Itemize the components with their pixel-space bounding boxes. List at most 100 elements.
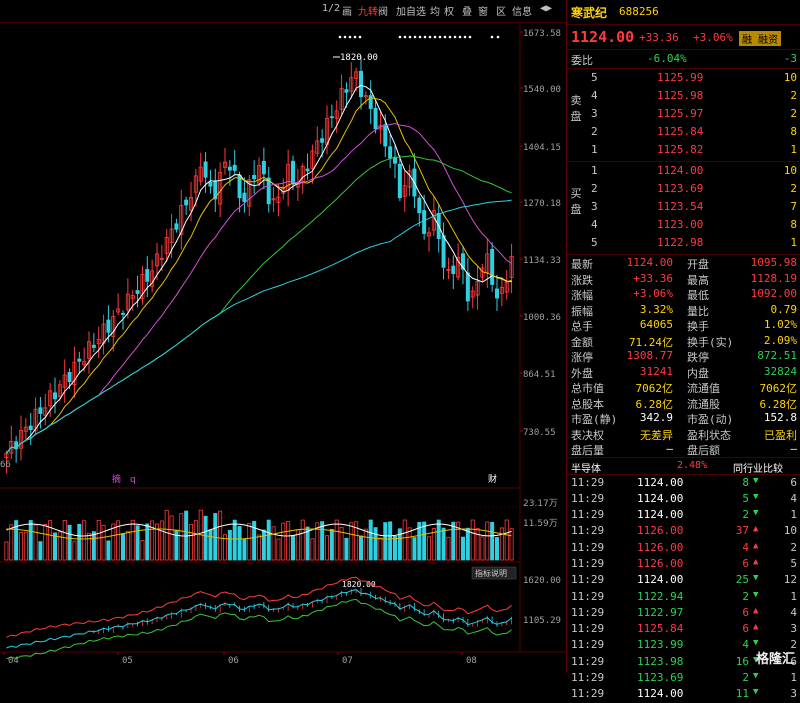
volume-bar bbox=[53, 532, 58, 561]
toolbar-item[interactable]: 加自选 bbox=[396, 3, 426, 18]
stat-value: +3.06% bbox=[633, 287, 673, 300]
volume-bar bbox=[82, 520, 87, 561]
level-price: 1125.99 bbox=[657, 71, 704, 84]
toolbar-item[interactable]: 1/2 bbox=[322, 3, 340, 14]
candle-body bbox=[422, 210, 427, 234]
level-qty: 7 bbox=[790, 200, 797, 213]
volume-bar bbox=[470, 519, 475, 561]
nine-turn-dot bbox=[338, 35, 342, 39]
candle-body bbox=[252, 175, 257, 180]
level-index: 1 bbox=[591, 143, 598, 156]
tick-row: 11:29 1126.00 4 ▲ 2 bbox=[567, 540, 800, 556]
price-axis-label: 864.51 bbox=[523, 370, 556, 380]
margin-badge[interactable]: 融 融资 bbox=[739, 31, 782, 46]
candle-body bbox=[145, 269, 150, 282]
candle-body bbox=[208, 181, 213, 187]
candle-body bbox=[135, 290, 140, 294]
level-index: 2 bbox=[591, 125, 598, 138]
nine-turn-dot bbox=[453, 35, 457, 39]
toolbar-item[interactable]: 窗 bbox=[478, 3, 488, 18]
nine-turn-dot bbox=[348, 35, 352, 39]
toolbar-item[interactable]: 信息 bbox=[512, 3, 532, 18]
orderbook-row[interactable]: 4 1125.98 2 bbox=[567, 87, 800, 105]
tick-volume: 4 bbox=[742, 638, 749, 652]
orderbook-row[interactable]: 5 1122.98 1 bbox=[567, 234, 800, 252]
tick-price: 1122.94 bbox=[637, 589, 684, 603]
orderbook-row[interactable]: 1 1125.82 1 bbox=[567, 141, 800, 159]
volume-bar bbox=[18, 532, 23, 561]
candle-body bbox=[329, 116, 334, 119]
volume-bar bbox=[247, 522, 252, 561]
candle-body bbox=[441, 235, 446, 268]
toolbar-item[interactable]: 均 bbox=[430, 3, 440, 18]
volume-bar bbox=[422, 521, 427, 561]
stat-value: 32824 bbox=[763, 364, 797, 378]
tick-price: 1122.97 bbox=[637, 605, 684, 619]
volume-bar bbox=[286, 521, 291, 561]
stat-value: 152.8 bbox=[763, 411, 797, 424]
toolbar-item[interactable]: 叠 bbox=[462, 3, 472, 18]
volume-bar bbox=[441, 527, 446, 561]
orderbook-row[interactable]: 3 1125.97 2 bbox=[567, 105, 800, 123]
volume-bar bbox=[388, 521, 393, 561]
stat-value: 2.09% bbox=[763, 333, 797, 347]
indicator-axis-label: 1105.29 bbox=[523, 616, 561, 626]
arrow-up-icon: ▲ bbox=[753, 605, 759, 616]
kline-chart[interactable]: 1673.58 1540.00 1404.15 1270.18 1134.33 1000.… bbox=[0, 22, 566, 673]
tick-price: 1124.00 bbox=[637, 491, 684, 505]
level-index: 4 bbox=[591, 218, 598, 231]
volume-bar bbox=[188, 523, 193, 561]
industry-compare-button[interactable]: 同行业比较 bbox=[733, 460, 783, 475]
volume-bar bbox=[38, 541, 43, 561]
toolbar-item[interactable]: 九转 bbox=[358, 3, 378, 18]
candle-body bbox=[67, 371, 72, 383]
price-axis-label: 1673.58 bbox=[523, 29, 561, 39]
tick-time: 11:29 bbox=[571, 508, 605, 522]
volume-bar bbox=[334, 519, 339, 561]
industry-name[interactable]: 半导体 bbox=[571, 460, 601, 475]
ma60-line bbox=[6, 155, 512, 454]
level-price: 1125.98 bbox=[657, 89, 704, 102]
level-qty: 1 bbox=[790, 236, 797, 249]
tick-time: 11:29 bbox=[571, 573, 605, 587]
quote-panel: 寒武纪 688256 1124.00 +33.36 +3.06% 融 融资 委比… bbox=[566, 0, 800, 700]
volume-bar bbox=[329, 529, 334, 561]
toolbar-item[interactable]: 区 bbox=[496, 3, 506, 18]
tick-price: 1125.84 bbox=[637, 622, 684, 636]
stat-value: 3.32% bbox=[639, 302, 673, 316]
tick-volume: 4 bbox=[742, 540, 749, 554]
volume-bar bbox=[460, 536, 465, 561]
volume-bar bbox=[227, 529, 232, 561]
event-marker: q bbox=[130, 475, 136, 485]
arrow-up-icon: ▲ bbox=[753, 556, 759, 567]
toolbar-item[interactable]: 画 bbox=[342, 3, 352, 18]
candle-body bbox=[451, 265, 456, 274]
orderbook-row[interactable]: 1 1124.00 10 bbox=[567, 162, 800, 180]
stat-value: 1124.00 bbox=[626, 256, 673, 269]
volume-bar bbox=[290, 534, 295, 561]
event-marker: 财 bbox=[488, 473, 497, 485]
indicator-axis-label: 1620.00 bbox=[523, 576, 561, 586]
toolbar-item[interactable]: 权 bbox=[444, 3, 454, 18]
price-line: 1124.00 +33.36 +3.06% 融 融资 bbox=[567, 25, 800, 50]
candle-body bbox=[261, 160, 266, 175]
volume-bar bbox=[300, 519, 305, 561]
buy-book: 买盘 1 1124.00 10 2 1123.69 2 3 1123.54 7 4 1123.00 8 5… bbox=[567, 162, 800, 255]
volume-bar bbox=[310, 538, 315, 561]
volume-bar bbox=[509, 528, 514, 561]
orderbook-row[interactable]: 5 1125.99 10 bbox=[567, 69, 800, 87]
volume-bar bbox=[368, 519, 373, 561]
stock-name[interactable]: 寒武纪 bbox=[571, 4, 607, 21]
level-index: 2 bbox=[591, 182, 598, 195]
toolbar-item[interactable]: ◀▶ bbox=[540, 3, 552, 14]
ma5-line bbox=[6, 84, 512, 454]
volume-bar bbox=[77, 523, 82, 561]
orderbook-row[interactable]: 2 1125.84 8 bbox=[567, 123, 800, 141]
toolbar-item[interactable]: 阀 bbox=[378, 3, 388, 18]
volume-bar bbox=[412, 537, 417, 561]
nine-turn-dot bbox=[343, 35, 347, 39]
price-axis-label: 1134.33 bbox=[523, 256, 561, 266]
orderbook-row[interactable]: 2 1123.69 2 bbox=[567, 180, 800, 198]
orderbook-row[interactable]: 4 1123.00 8 bbox=[567, 216, 800, 234]
orderbook-row[interactable]: 3 1123.54 7 bbox=[567, 198, 800, 216]
